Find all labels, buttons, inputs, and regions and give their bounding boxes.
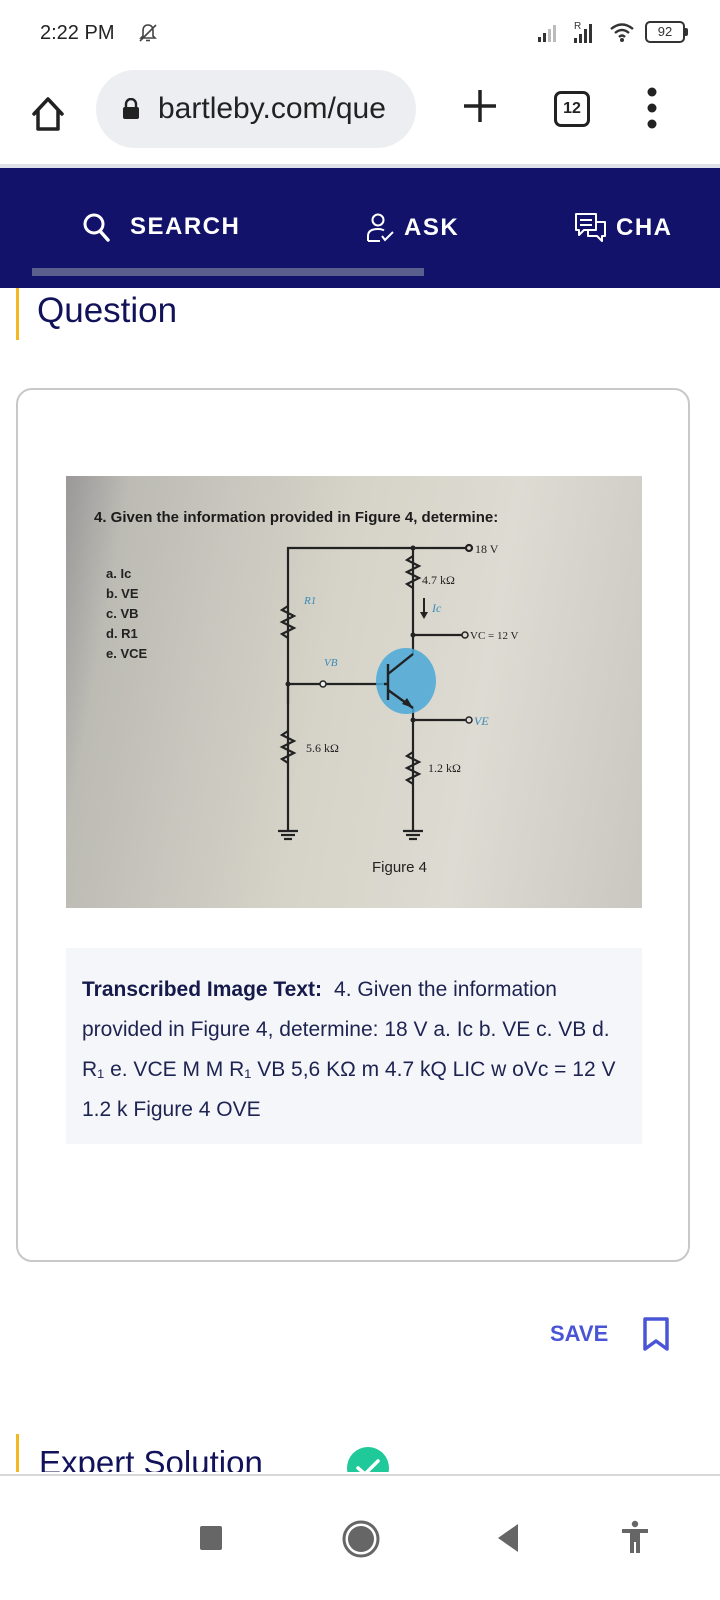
url-text: bartleby.com/que — [158, 92, 386, 125]
label-ic: Ic — [431, 601, 442, 615]
figure-prompt: 4. Given the information provided in Fig… — [94, 509, 498, 526]
nav-search[interactable]: SEARCH — [82, 212, 240, 242]
signal-icon — [538, 25, 556, 42]
question-heading: Question — [16, 288, 177, 340]
person-check-icon — [367, 213, 394, 242]
wifi-icon — [610, 23, 634, 42]
question-heading-text: Question — [37, 291, 178, 330]
label-vc: VC = 12 V — [470, 630, 519, 642]
site-nav: SEARCH ASK CHA — [0, 164, 720, 288]
tab-switcher-button[interactable]: 12 — [554, 91, 590, 127]
back-button-icon[interactable] — [496, 1522, 522, 1554]
svg-text:R: R — [574, 21, 581, 32]
battery-level: 92 — [645, 21, 685, 43]
nav-active-indicator — [32, 268, 424, 276]
battery-indicator: 92 — [645, 21, 688, 43]
more-menu-icon[interactable] — [644, 86, 660, 130]
status-time: 2:22 PM — [40, 22, 115, 44]
address-bar[interactable]: bartleby.com/que — [96, 70, 416, 148]
transcribed-text-box: Transcribed Image Text: 4. Given the info… — [66, 948, 642, 1144]
figure-caption: Figure 4 — [372, 859, 427, 876]
figure-item: e. VCE — [106, 646, 148, 661]
label-rc: 4.7 kΩ — [422, 573, 455, 587]
home-icon[interactable] — [28, 94, 68, 134]
label-ve: VE — [474, 714, 489, 728]
label-r1: R1 — [303, 595, 316, 607]
browser-toolbar: bartleby.com/que 12 — [0, 64, 720, 164]
bookmark-icon — [643, 1317, 670, 1351]
lock-icon — [123, 98, 139, 119]
figure-item: d. R1 — [106, 626, 138, 641]
figure-item: b. VE — [106, 586, 139, 601]
transcribed-label: Transcribed Image Text: — [82, 978, 323, 1001]
figure-item: a. Ic — [106, 566, 131, 581]
nav-ask-label: ASK — [404, 214, 460, 241]
silent-bell-icon — [139, 24, 157, 42]
status-bar: 2:22 PM R 92 — [0, 0, 720, 64]
verified-check-icon — [347, 1447, 389, 1472]
roaming-signal-icon: R — [574, 21, 592, 43]
save-label: SAVE — [550, 1321, 609, 1346]
expert-solution-heading: Expert Solution — [16, 1434, 263, 1472]
chat-icon — [575, 213, 606, 242]
expert-solution-text: Expert Solution — [39, 1444, 263, 1472]
figure-item: c. VB — [106, 606, 139, 621]
nav-chat[interactable]: CHA — [574, 212, 673, 244]
label-supply: 18 V — [475, 542, 499, 556]
accessibility-icon[interactable] — [620, 1520, 650, 1554]
label-vb: VB — [324, 657, 338, 669]
circuit-diagram: 4. Given the information provided in Fig… — [94, 509, 519, 876]
recents-button-icon[interactable] — [198, 1524, 224, 1552]
save-button[interactable]: SAVE — [550, 1316, 670, 1352]
nav-search-label: SEARCH — [130, 213, 241, 240]
question-card: 4. Given the information provided in Fig… — [16, 388, 690, 1262]
label-re: 1.2 kΩ — [428, 761, 461, 775]
nav-ask[interactable]: ASK — [366, 212, 459, 244]
new-tab-icon[interactable] — [462, 88, 498, 124]
question-figure-image: 4. Given the information provided in Fig… — [66, 476, 642, 908]
search-icon — [83, 213, 110, 242]
system-navigation-bar — [0, 1474, 720, 1600]
home-button-icon[interactable] — [341, 1519, 381, 1559]
nav-chat-label: CHA — [616, 214, 673, 241]
label-r2: 5.6 kΩ — [306, 741, 339, 755]
